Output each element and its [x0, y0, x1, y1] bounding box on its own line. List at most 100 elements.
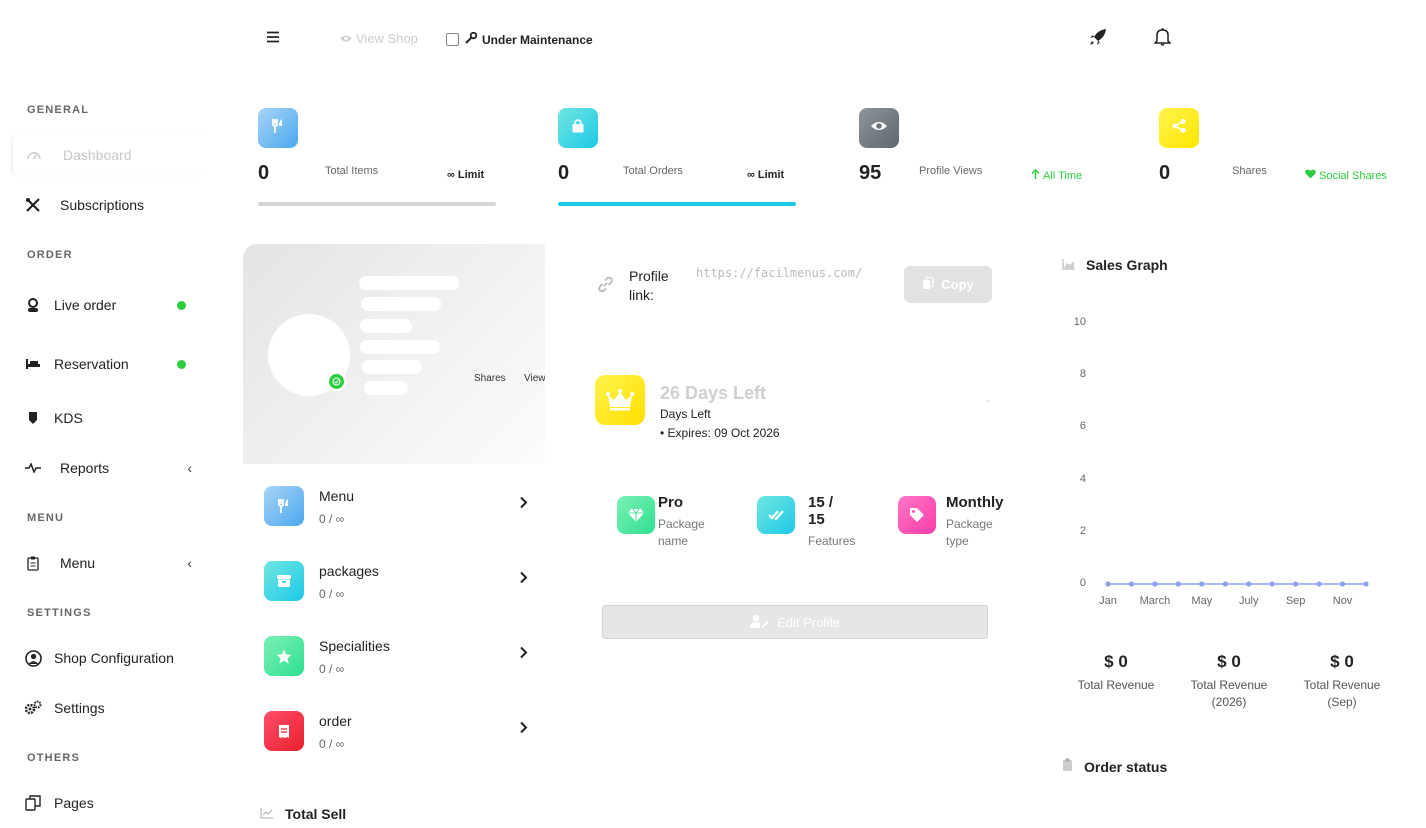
rocket-icon[interactable]: [1089, 28, 1107, 51]
double-check-icon: [757, 496, 795, 534]
sidebar-item-subscriptions[interactable]: Subscriptions: [12, 185, 208, 225]
sidebar-item-shop-configuration[interactable]: Shop Configuration: [12, 638, 208, 678]
revenue-label: Total Revenue: [1077, 678, 1155, 692]
chevron-right-icon[interactable]: [519, 496, 528, 514]
clipboard-icon: [1062, 758, 1073, 775]
share-icon: [1171, 118, 1187, 139]
stat-progress-bar: [558, 202, 796, 206]
sidebar-item-reports[interactable]: Reports ‹: [12, 448, 208, 488]
sidebar-item-dashboard[interactable]: Dashboard: [12, 135, 208, 175]
maintenance-checkbox[interactable]: [446, 33, 459, 46]
sidebar-item-pages[interactable]: Pages: [12, 783, 208, 823]
reservation-status-dot: [177, 359, 186, 369]
sidebar-item-live-order[interactable]: Live order: [12, 285, 208, 325]
bed-icon: [18, 358, 48, 370]
utensils-icon: [271, 118, 285, 139]
skeleton-line: [364, 381, 408, 395]
utensils-icon: [264, 486, 304, 526]
sidebar-item-label: KDS: [54, 410, 83, 426]
copy-pages-icon: [18, 795, 48, 811]
hamburger-menu-icon[interactable]: [266, 30, 280, 48]
link-icon: [597, 276, 614, 298]
stat-total-orders: 0 Total Orders ∞ Limit: [558, 108, 798, 208]
skeleton-line: [360, 340, 440, 354]
stat-icon-bg: [859, 108, 899, 148]
data-point: [1246, 581, 1252, 587]
dashboard-gauge-icon: [19, 149, 49, 161]
stat-label: Profile Views: [919, 165, 983, 177]
tools-icon: [18, 197, 48, 213]
gears-icon: [18, 700, 48, 716]
heart-icon: [1305, 169, 1316, 182]
revenue-value: $ 0: [1104, 652, 1128, 671]
chevron-left-icon: ‹: [187, 460, 192, 476]
data-point: [1316, 581, 1322, 587]
chevron-right-icon[interactable]: [519, 721, 528, 739]
quick-item-order[interactable]: order 0 / ∞: [264, 711, 536, 761]
eye-icon: [340, 31, 352, 46]
tag-icon: [898, 496, 936, 534]
diamond-icon: [617, 496, 655, 534]
maintenance-toggle[interactable]: Under Maintenance: [446, 31, 593, 47]
quick-item-specialities[interactable]: Specialities 0 / ∞: [264, 636, 536, 686]
profile-link-url: https://facilmenus.com/: [696, 266, 863, 280]
stat-social-shares: Social Shares: [1305, 169, 1387, 182]
stat-label: Total Items: [325, 165, 379, 177]
section-others: OTHERS: [27, 752, 81, 764]
sidebar-item-label: Live order: [54, 297, 117, 313]
line-chart-icon: [260, 806, 274, 822]
stat-value: 0: [1159, 162, 1171, 184]
stat-value: 95: [859, 162, 882, 184]
user-edit-icon: [750, 614, 769, 631]
skeleton-line: [361, 297, 441, 311]
stat-limit: ∞ Limit: [747, 169, 785, 181]
stat-label: Total Orders: [623, 165, 683, 177]
sidebar-item-reservation[interactable]: Reservation: [12, 344, 208, 384]
stat-icon-bg: [258, 108, 298, 148]
package-name-label-2: name: [658, 534, 689, 548]
sidebar-item-kds[interactable]: KDS: [12, 398, 208, 438]
y-tick-label: 6: [1079, 420, 1086, 433]
chevron-right-icon[interactable]: [519, 571, 528, 589]
section-order: ORDER: [27, 249, 73, 261]
view-shop-link[interactable]: View Shop: [340, 31, 418, 46]
order-status-heading: Order status: [1062, 758, 1167, 775]
data-point: [1293, 581, 1299, 587]
quick-item-packages[interactable]: packages 0 / ∞: [264, 561, 536, 611]
stat-limit: ∞ Limit: [447, 169, 485, 181]
edit-profile-button[interactable]: Edit Profile: [602, 605, 988, 639]
profile-link-label: Profile link:: [629, 268, 669, 303]
section-settings: SETTINGS: [27, 607, 92, 619]
y-tick-label: 2: [1079, 524, 1086, 537]
view-shop-label: View Shop: [356, 31, 418, 46]
package-name-block: Pro Package name: [617, 494, 737, 554]
quick-item-menu[interactable]: Menu 0 / ∞: [264, 486, 536, 536]
sidebar-item-label: Settings: [54, 700, 105, 716]
monitor-icon: [18, 411, 48, 425]
sidebar-item-settings[interactable]: Settings: [12, 688, 208, 728]
copy-button[interactable]: Copy: [904, 266, 992, 303]
sales-line-chart: [1105, 581, 1369, 587]
data-point: [1175, 581, 1181, 587]
user-circle-icon: [18, 649, 48, 667]
chevron-right-icon[interactable]: [519, 646, 528, 664]
stat-progress-bar: [258, 202, 496, 206]
headset-icon: [18, 298, 48, 312]
data-point: [1199, 581, 1205, 587]
data-point: [1128, 581, 1135, 587]
area-chart-icon: [1062, 257, 1076, 273]
sidebar-item-menu[interactable]: Menu ‹: [12, 543, 208, 583]
sidebar-item-label: Shop Configuration: [54, 650, 174, 666]
package-type-label-1: Package: [946, 517, 993, 531]
package-features-block: 15 / 15 Features: [757, 494, 877, 554]
arrow-up-icon: [1031, 168, 1040, 182]
data-point: [1269, 581, 1275, 587]
y-tick-label: 8: [1079, 368, 1086, 381]
stat-icon-bg: [558, 108, 598, 148]
quick-item-count: 0 / ∞: [319, 587, 345, 601]
quick-item-title: packages: [319, 563, 379, 579]
quick-item-title: Specialities: [319, 638, 390, 654]
bell-icon[interactable]: [1153, 27, 1172, 51]
box-icon: [264, 561, 304, 601]
sidebar-item-label: Pages: [54, 795, 94, 811]
